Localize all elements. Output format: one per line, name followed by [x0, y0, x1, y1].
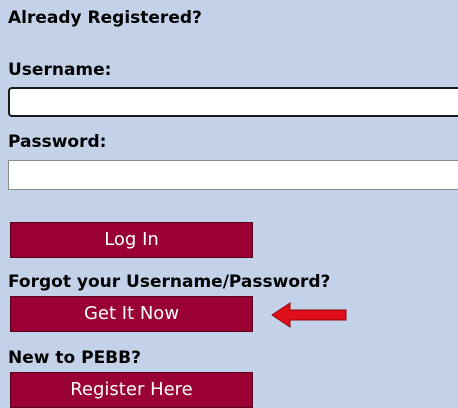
- left-arrow-icon: [271, 302, 347, 328]
- forgot-credentials-label: Forgot your Username/Password?: [8, 272, 331, 292]
- already-registered-heading: Already Registered?: [8, 8, 202, 28]
- username-label: Username:: [8, 60, 112, 80]
- password-input[interactable]: [8, 160, 458, 190]
- password-label: Password:: [8, 132, 107, 152]
- username-input[interactable]: [8, 87, 458, 117]
- get-it-now-button[interactable]: Get It Now: [10, 296, 253, 332]
- register-here-button[interactable]: Register Here: [10, 372, 253, 408]
- log-in-button[interactable]: Log In: [10, 222, 253, 258]
- new-to-pebb-label: New to PEBB?: [8, 348, 141, 368]
